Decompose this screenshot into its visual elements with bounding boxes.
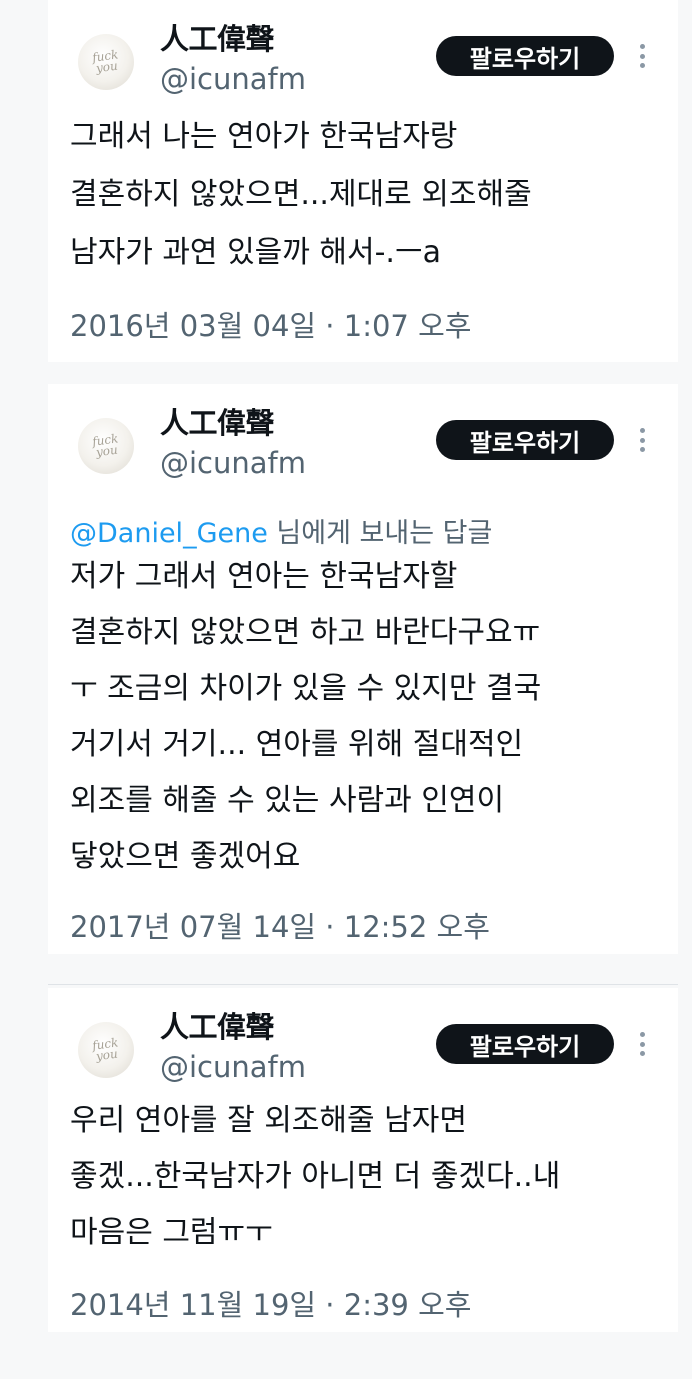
user-handle[interactable]: @icunafm	[160, 1050, 306, 1084]
tweet-text-line: 닿았으면 좋겠어요	[70, 839, 301, 874]
more-vertical-icon[interactable]	[632, 40, 652, 72]
tweet-divider	[48, 984, 678, 985]
tweet-text-line: 거기서 거기... 연아를 위해 절대적인	[70, 727, 524, 762]
tweet-text-line: 결혼하지 않았으면 하고 바란다구요ㅠ	[70, 615, 541, 650]
user-handle[interactable]: @icunafm	[160, 446, 306, 480]
avatar[interactable]: fuck you	[78, 1022, 134, 1078]
tweet-text-line: 그래서 나는 연아가 한국남자랑	[70, 119, 458, 154]
reply-suffix: 님에게 보내는 답글	[267, 518, 493, 549]
tweet-text-line: 우리 연아를 잘 외조해줄 남자면	[70, 1103, 467, 1138]
tweet-card[interactable]: fuck you 人工偉聲 @icunafm 팔로우하기 우리 연아를 잘 외조해…	[48, 988, 678, 1332]
user-handle[interactable]: @icunafm	[160, 62, 306, 96]
tweet-card[interactable]: fuck you 人工偉聲 @icunafm 팔로우하기 그래서 나는 연아가 한…	[48, 0, 678, 362]
avatar[interactable]: fuck you	[78, 418, 134, 474]
avatar-text-bottom: you	[94, 1046, 119, 1064]
tweet-timestamp[interactable]: 2017년 07월 14일 · 12:52 오후	[70, 904, 490, 946]
tweet-text-line: 좋겠...한국남자가 아니면 더 좋겠다..내	[70, 1159, 561, 1194]
display-name[interactable]: 人工偉聲	[160, 16, 275, 58]
tweet-text-line: ㅜ 조금의 차이가 있을 수 있지만 결국	[70, 671, 542, 706]
avatar[interactable]: fuck you	[78, 34, 134, 90]
more-vertical-icon[interactable]	[632, 424, 652, 456]
tweet-text-line: 마음은 그럼ㅠㅜ	[70, 1215, 273, 1250]
tweet-text-line: 외조를 해줄 수 있는 사람과 인연이	[70, 783, 505, 818]
follow-button[interactable]: 팔로우하기	[436, 420, 614, 460]
tweet-text-line: 저가 그래서 연아는 한국남자할	[70, 559, 458, 594]
follow-button[interactable]: 팔로우하기	[436, 1024, 614, 1064]
tweet-timestamp[interactable]: 2016년 03월 04일 · 1:07 오후	[70, 303, 471, 345]
avatar-text-bottom: you	[94, 58, 119, 76]
reply-mention-link[interactable]: @Daniel_Gene	[70, 518, 268, 549]
display-name[interactable]: 人工偉聲	[160, 1004, 275, 1046]
display-name[interactable]: 人工偉聲	[160, 400, 275, 442]
tweet-card[interactable]: fuck you 人工偉聲 @icunafm 팔로우하기 @Daniel_Gene…	[48, 384, 678, 954]
follow-button[interactable]: 팔로우하기	[436, 36, 614, 76]
tweet-text-line: 결혼하지 않았으면...제대로 외조해줄	[70, 177, 532, 212]
tweet-text-line: 남자가 과연 있을까 해서-.ㅡa	[70, 235, 441, 270]
tweet-timestamp[interactable]: 2014년 11월 19일 · 2:39 오후	[70, 1282, 471, 1324]
reply-context: @Daniel_Gene 님에게 보내는 답글	[70, 511, 492, 550]
avatar-text-bottom: you	[94, 442, 119, 460]
more-vertical-icon[interactable]	[632, 1028, 652, 1060]
